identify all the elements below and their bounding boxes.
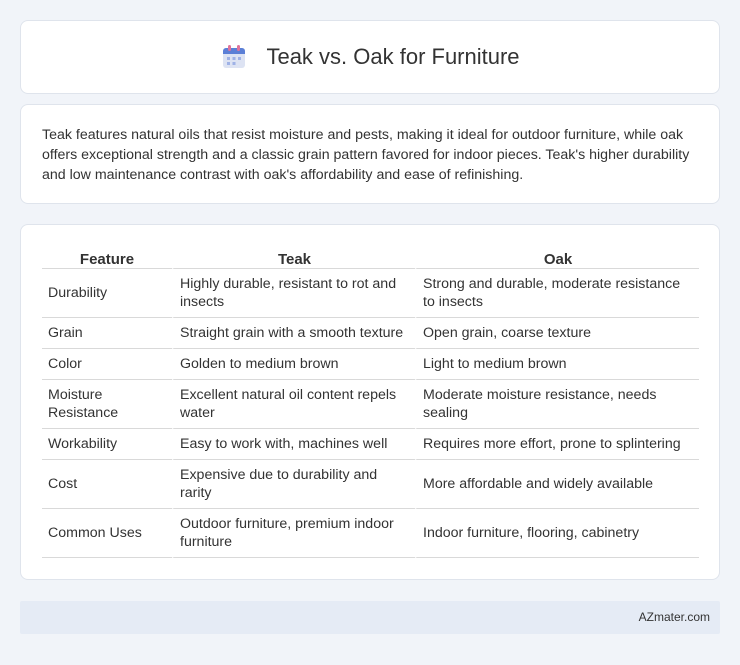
row-oak: More affordable and widely available bbox=[415, 460, 699, 509]
row-oak: Open grain, coarse texture bbox=[415, 318, 699, 349]
table-row: Cost Expensive due to durability and rar… bbox=[42, 460, 699, 509]
row-feature: Cost bbox=[42, 460, 172, 509]
row-teak: Expensive due to durability and rarity bbox=[172, 460, 415, 509]
comparison-table: Feature Teak Oak Durability Highly durab… bbox=[42, 245, 699, 558]
row-oak: Requires more effort, prone to splinteri… bbox=[415, 429, 699, 460]
table-row: Common Uses Outdoor furniture, premium i… bbox=[42, 509, 699, 558]
table-row: Grain Straight grain with a smooth textu… bbox=[42, 318, 699, 349]
table-row: Color Golden to medium brown Light to me… bbox=[42, 349, 699, 380]
table-row: Workability Easy to work with, machines … bbox=[42, 429, 699, 460]
header-oak: Oak bbox=[415, 245, 699, 269]
row-feature: Durability bbox=[42, 269, 172, 318]
summary-card: Teak features natural oils that resist m… bbox=[20, 104, 720, 204]
row-teak: Golden to medium brown bbox=[172, 349, 415, 380]
source-label: AZmater.com bbox=[638, 610, 710, 624]
table-row: Moisture Resistance Excellent natural oi… bbox=[42, 380, 699, 429]
row-oak: Strong and durable, moderate resistance … bbox=[415, 269, 699, 318]
row-teak: Excellent natural oil content repels wat… bbox=[172, 380, 415, 429]
row-feature: Common Uses bbox=[42, 509, 172, 558]
row-oak: Moderate moisture resistance, needs seal… bbox=[415, 380, 699, 429]
row-feature: Moisture Resistance bbox=[42, 380, 172, 429]
summary-text: Teak features natural oils that resist m… bbox=[42, 127, 690, 183]
calendar-icon bbox=[220, 43, 248, 71]
header-teak: Teak bbox=[172, 245, 415, 269]
row-teak: Highly durable, resistant to rot and ins… bbox=[172, 269, 415, 318]
row-feature: Grain bbox=[42, 318, 172, 349]
comparison-table-card: Feature Teak Oak Durability Highly durab… bbox=[20, 224, 720, 580]
header-feature: Feature bbox=[42, 245, 172, 269]
footer: AZmater.com bbox=[20, 601, 720, 634]
row-teak: Easy to work with, machines well bbox=[172, 429, 415, 460]
row-oak: Light to medium brown bbox=[415, 349, 699, 380]
row-feature: Workability bbox=[42, 429, 172, 460]
row-teak: Straight grain with a smooth texture bbox=[172, 318, 415, 349]
page-title: Teak vs. Oak for Furniture bbox=[266, 44, 520, 69]
title-card: Teak vs. Oak for Furniture bbox=[20, 20, 720, 94]
row-teak: Outdoor furniture, premium indoor furnit… bbox=[172, 509, 415, 558]
row-feature: Color bbox=[42, 349, 172, 380]
row-oak: Indoor furniture, flooring, cabinetry bbox=[415, 509, 699, 558]
table-row: Durability Highly durable, resistant to … bbox=[42, 269, 699, 318]
